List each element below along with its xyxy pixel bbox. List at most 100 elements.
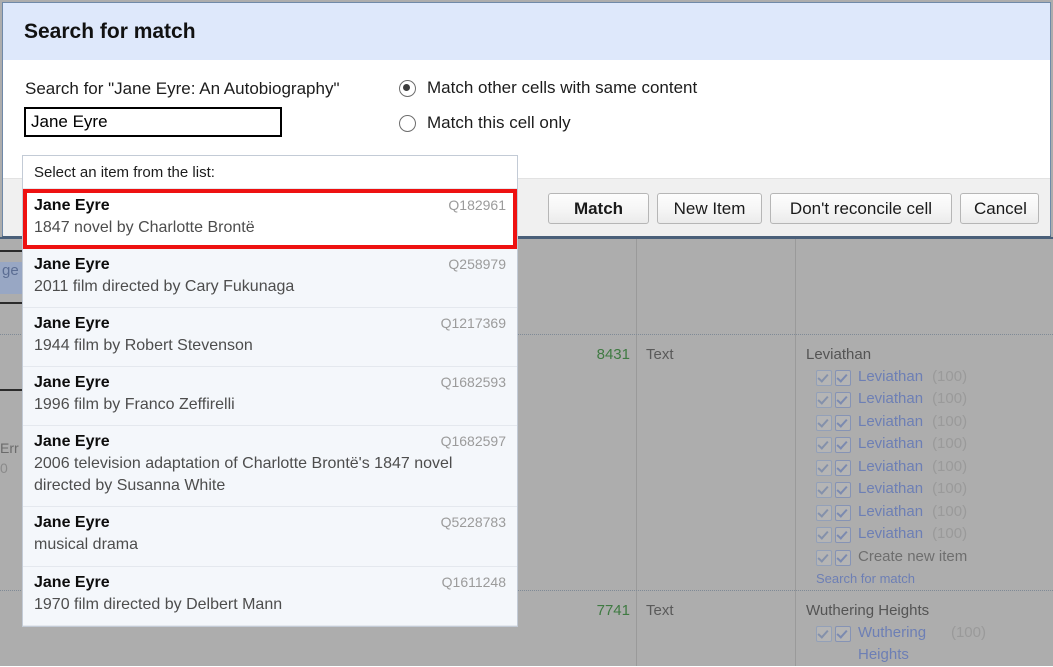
checkbox-all-icon[interactable] [835,437,851,453]
suggestion-item[interactable]: Jane Eyre Q1682593 1996 film by Franco Z… [23,367,517,426]
candidate-score: (100) [932,523,967,546]
suggestion-description: 1944 film by Robert Stevenson [34,335,506,357]
candidate-row[interactable]: Leviathan (100) [816,411,1049,434]
suggestion-header: Jane Eyre Q1611248 [34,574,506,592]
suggestion-qid: Q5228783 [441,514,506,530]
radio-match-this-cell-only[interactable]: Match this cell only [399,113,571,133]
checkbox-icon[interactable] [816,550,832,566]
create-new-item-label[interactable]: Create new item [858,546,967,569]
candidate-label[interactable]: Leviathan [858,388,923,411]
candidate-score: (100) [932,366,967,389]
cell-value: Leviathan [806,344,1049,366]
candidate-score: (100) [932,501,967,524]
suggestion-qid: Q1682597 [441,433,506,449]
cell-value: Wuthering Heights [806,600,986,622]
search-prompt-label: Search for "Jane Eyre: An Autobiography" [25,79,339,99]
checkbox-icon[interactable] [816,527,832,543]
candidate-score: (100) [932,433,967,456]
new-item-button[interactable]: New Item [657,193,762,224]
suggestion-item[interactable]: Jane Eyre Q1611248 1970 film directed by… [23,567,517,626]
suggestion-item[interactable]: Jane Eyre Q1682597 2006 television adapt… [23,426,517,507]
suggestion-label: Jane Eyre [34,514,110,532]
suggestion-header: Jane Eyre Q182961 [34,197,506,215]
suggestion-item[interactable]: Jane Eyre Q5228783 musical drama [23,507,517,566]
candidate-label[interactable]: Leviathan [858,411,923,434]
suggestion-qid: Q182961 [448,197,506,213]
table-row-number: 8431 [578,344,630,366]
radio-selected-icon[interactable] [399,80,416,97]
radio-unselected-icon[interactable] [399,115,416,132]
dialog-title: Search for match [24,20,196,44]
create-new-item-row[interactable]: Create new item [816,546,1049,569]
table-row-number: 7741 [578,600,630,622]
candidate-row[interactable]: Leviathan (100) [816,478,1049,501]
suggestion-description: 1970 film directed by Delbert Mann [34,594,506,616]
checkbox-icon[interactable] [816,505,832,521]
candidate-label[interactable]: Leviathan [858,366,923,389]
checkbox-all-icon[interactable] [835,527,851,543]
candidate-row[interactable]: Wuthering Heights (100) [816,622,986,667]
checkbox-all-icon[interactable] [835,482,851,498]
suggestion-description: 1847 novel by Charlotte Brontë [34,217,506,239]
checkbox-icon[interactable] [816,437,832,453]
suggestion-qid: Q1682593 [441,374,506,390]
match-button[interactable]: Match [548,193,649,224]
suggestion-header: Jane Eyre Q1682593 [34,374,506,392]
candidate-row[interactable]: Leviathan (100) [816,523,1049,546]
suggestion-description: 1996 film by Franco Zeffirelli [34,394,506,416]
checkbox-icon[interactable] [816,482,832,498]
cancel-button[interactable]: Cancel [960,193,1039,224]
checkbox-icon[interactable] [816,415,832,431]
checkbox-all-icon[interactable] [835,460,851,476]
candidate-row[interactable]: Leviathan (100) [816,433,1049,456]
suggestion-description: 2006 television adaptation of Charlotte … [34,453,506,497]
suggestion-item[interactable]: Jane Eyre Q1217369 1944 film by Robert S… [23,308,517,367]
search-for-match-link[interactable]: Search for match [816,570,1049,589]
radio-match-other-cells[interactable]: Match other cells with same content [399,78,697,98]
suggestion-label: Jane Eyre [34,374,110,392]
checkbox-all-icon[interactable] [835,505,851,521]
suggestion-header: Jane Eyre Q5228783 [34,514,506,532]
checkbox-icon[interactable] [816,370,832,386]
checkbox-icon[interactable] [816,626,832,642]
checkbox-all-icon[interactable] [835,392,851,408]
suggestion-qid: Q1611248 [442,574,506,590]
candidate-score: (100) [932,388,967,411]
candidate-label[interactable]: Leviathan [858,523,923,546]
suggestion-header: Jane Eyre Q1217369 [34,315,506,333]
candidate-label[interactable]: Leviathan [858,501,923,524]
candidate-label[interactable]: Leviathan [858,433,923,456]
suggestion-label: Jane Eyre [34,315,110,333]
radio-label: Match other cells with same content [427,78,697,98]
candidate-row[interactable]: Leviathan (100) [816,456,1049,479]
checkbox-all-icon[interactable] [835,415,851,431]
candidate-row[interactable]: Leviathan (100) [816,366,1049,389]
checkbox-icon[interactable] [816,392,832,408]
table-cell-type: Text [646,600,674,622]
suggestion-label: Jane Eyre [34,197,110,215]
checkbox-all-icon[interactable] [835,370,851,386]
candidate-score: (100) [951,622,986,645]
candidate-label[interactable]: Leviathan [858,456,923,479]
candidate-score: (100) [932,411,967,434]
suggestion-item-selected[interactable]: Jane Eyre Q182961 1847 novel by Charlott… [23,189,517,249]
candidate-score: (100) [932,456,967,479]
candidate-row[interactable]: Leviathan (100) [816,501,1049,524]
suggestion-dropdown: Select an item from the list: Jane Eyre … [22,155,518,627]
suggestion-description: musical drama [34,534,506,556]
table-cell-reconcile: Wuthering Heights Wuthering Heights (100… [806,600,986,667]
checkbox-all-icon[interactable] [835,626,851,642]
candidate-label[interactable]: Leviathan [858,478,923,501]
dont-reconcile-cell-button[interactable]: Don't reconcile cell [770,193,952,224]
checkbox-icon[interactable] [816,460,832,476]
candidate-score: (100) [932,478,967,501]
search-input[interactable] [24,107,282,137]
candidate-row[interactable]: Leviathan (100) [816,388,1049,411]
column-separator-2 [795,239,796,666]
suggestion-header: Jane Eyre Q258979 [34,256,506,274]
suggestion-label: Jane Eyre [34,433,110,451]
suggestion-item[interactable]: Jane Eyre Q258979 2011 film directed by … [23,249,517,308]
candidate-label[interactable]: Wuthering Heights [858,622,942,667]
suggestion-hint: Select an item from the list: [23,156,517,189]
checkbox-all-icon[interactable] [835,550,851,566]
